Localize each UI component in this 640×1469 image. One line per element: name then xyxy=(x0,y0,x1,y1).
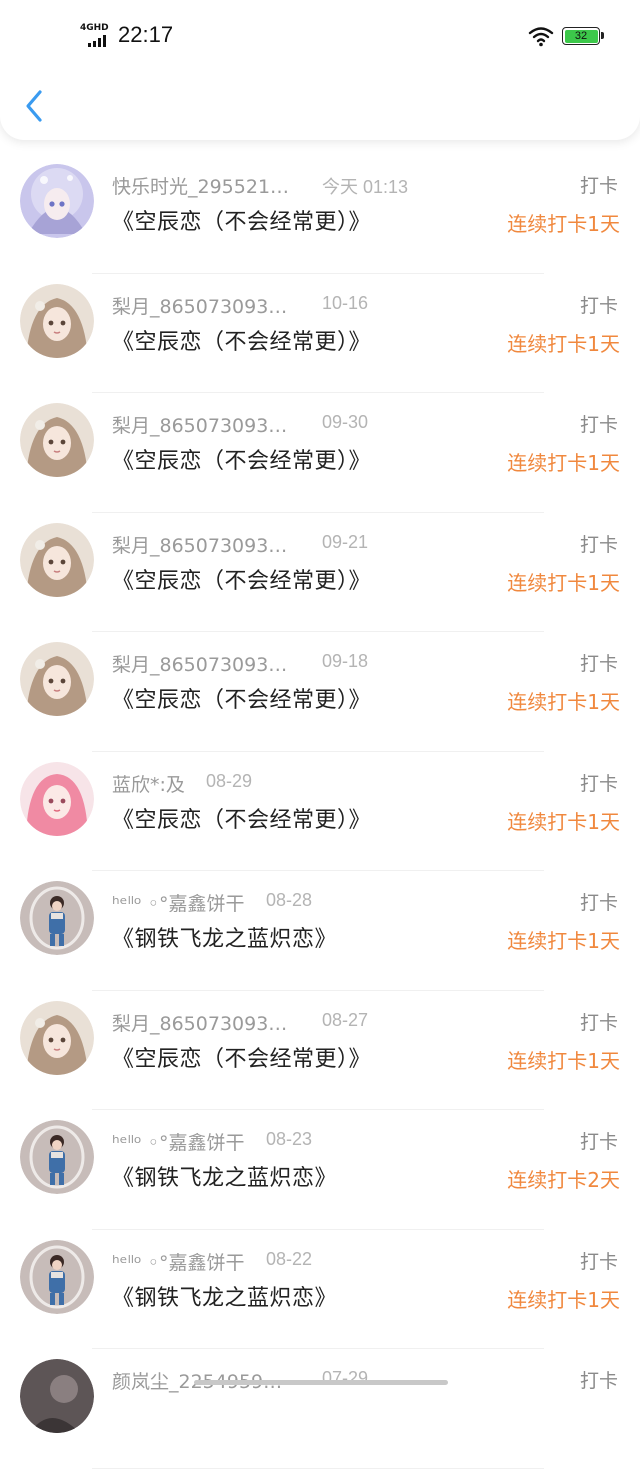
streak-label: 连续打卡1天 xyxy=(507,570,620,595)
checkin-type: 打卡 xyxy=(579,1011,618,1034)
checkin-list: 快乐时光_295521… 今天 01:13 《空辰恋（不会经常更）》 打卡 连续打卡1天… xyxy=(0,154,640,1469)
checkin-type: 打卡 xyxy=(579,653,618,675)
user-name[interactable]: 梨月_865073093… xyxy=(112,1009,302,1036)
list-item[interactable]: 梨月_865073093… 09-21 《空辰恋（不会经常更）》 打卡连续打卡1天 xyxy=(0,513,640,632)
post-date: 08-29 xyxy=(206,770,253,791)
checkin-type: 打卡 xyxy=(579,175,618,197)
book-title[interactable]: 《钢铁飞龙之蓝炽恋》 xyxy=(112,1280,337,1312)
user-name[interactable]: 梨月_865073093… xyxy=(112,292,302,319)
book-title[interactable]: 《钢铁飞龙之蓝炽恋》 xyxy=(112,1160,337,1192)
status-time: 22:17 xyxy=(118,22,174,47)
top-bar: 4GHD 22:17 32 xyxy=(0,0,640,140)
divider xyxy=(92,1467,544,1469)
user-name[interactable]: 快乐时光_295521… xyxy=(112,172,302,199)
checkin-type: 打卡 xyxy=(579,414,618,436)
list-item[interactable]: 梨月_865073093… 08-27 《空辰恋（不会经常更）》 打卡连续打卡1天 xyxy=(0,991,640,1110)
user-name[interactable]: 梨月_865073093… xyxy=(112,650,302,677)
home-indicator[interactable] xyxy=(194,1380,448,1385)
status-bar: 4GHD 22:17 32 xyxy=(0,20,640,52)
list-item[interactable]: 蓝欣*:及 08-29 《空辰恋（不会经常更）》 打卡 连续打卡1天 xyxy=(0,752,640,871)
battery-indicator: 32 xyxy=(562,27,604,45)
post-date: 10-16 xyxy=(322,292,369,313)
back-button[interactable] xyxy=(18,86,52,126)
checkin-type: 打卡 xyxy=(579,533,618,556)
list-item[interactable]: 快乐时光_295521… 今天 01:13 《空辰恋（不会经常更）》 打卡连续打卡1天 xyxy=(0,154,640,274)
user-name[interactable]: 梨月_865073093… xyxy=(112,411,302,438)
avatar-image xyxy=(20,761,94,836)
streak-label: 连续打卡2天 xyxy=(507,1168,620,1192)
book-title[interactable]: 《空辰恋（不会经常更）》 xyxy=(112,682,371,714)
streak-label: 连续打卡1天 xyxy=(507,212,620,236)
book-title[interactable]: 《空辰恋（不会经常更）》 xyxy=(112,563,371,595)
avatar[interactable] xyxy=(20,403,94,477)
avatar[interactable] xyxy=(20,642,94,716)
avatar-image xyxy=(20,1000,94,1075)
post-date: 09-18 xyxy=(322,651,369,671)
book-title[interactable]: 《钢铁飞龙之蓝炽恋》 xyxy=(112,921,337,953)
post-date: 08-23 xyxy=(266,1129,313,1149)
post-date: 08-28 xyxy=(266,890,313,910)
avatar[interactable] xyxy=(20,164,94,238)
book-title[interactable]: 《空辰恋（不会经常更）》 xyxy=(112,802,371,834)
list-item[interactable]: 颜岚尘_2254959…07-29打卡 xyxy=(0,1349,640,1469)
book-title[interactable]: 《空辰恋（不会经常更）》 xyxy=(112,324,371,356)
avatar[interactable] xyxy=(20,881,94,955)
checkin-type: 打卡 xyxy=(579,1370,618,1392)
network-label: 4GHD xyxy=(80,23,109,33)
list-item[interactable]: ʰᵉˡˡᵒ ◦°嘉鑫饼干 08-28 《钢铁飞龙之蓝炽恋》 打卡 连续打卡1天 xyxy=(0,871,640,991)
avatar[interactable] xyxy=(20,1359,94,1433)
streak-label: 连续打卡1天 xyxy=(507,1287,620,1312)
book-title[interactable]: 《空辰恋（不会经常更）》 xyxy=(112,443,371,475)
checkin-type: 打卡 xyxy=(579,1250,618,1273)
avatar-image xyxy=(20,403,94,477)
avatar-image xyxy=(20,164,94,238)
battery-level: 32 xyxy=(564,29,598,43)
list-item[interactable]: 梨月_865073093… 10-16 《空辰恋（不会经常更）》 打卡连续打卡1天 xyxy=(0,274,640,393)
signal-icon xyxy=(88,35,114,47)
post-date: 08-27 xyxy=(322,1009,369,1030)
post-date: 09-21 xyxy=(322,531,369,552)
checkin-type: 打卡 xyxy=(579,1131,618,1153)
list-item[interactable]: 梨月_865073093… 09-18 《空辰恋（不会经常更）》 打卡连续打卡1天 xyxy=(0,632,640,752)
avatar-image xyxy=(20,1239,94,1314)
avatar[interactable] xyxy=(20,283,94,358)
chevron-left-icon xyxy=(26,90,42,122)
checkin-type: 打卡 xyxy=(579,892,618,914)
streak-label: 连续打卡1天 xyxy=(507,1048,620,1073)
post-date: 今天 01:13 xyxy=(322,177,409,197)
avatar[interactable] xyxy=(20,1120,94,1194)
avatar-image xyxy=(20,1359,94,1433)
book-title[interactable]: 《空辰恋（不会经常更）》 xyxy=(112,1041,371,1073)
list-item[interactable]: 梨月_865073093… 09-30 《空辰恋（不会经常更）》 打卡连续打卡1天 xyxy=(0,393,640,513)
user-name[interactable]: 梨月_865073093… xyxy=(112,531,302,558)
avatar-image xyxy=(20,283,94,358)
post-date: 08-22 xyxy=(266,1248,313,1269)
post-date: 07-29 xyxy=(322,1368,369,1388)
list-item[interactable]: ʰᵉˡˡᵒ ◦°嘉鑫饼干 08-22 《钢铁飞龙之蓝炽恋》 打卡 连续打卡1天 xyxy=(0,1230,640,1349)
network-indicator: 4GHD xyxy=(80,23,114,49)
streak-label: 连续打卡1天 xyxy=(507,331,620,356)
wifi-icon xyxy=(528,27,554,47)
avatar[interactable] xyxy=(20,1000,94,1075)
list-item[interactable]: ʰᵉˡˡᵒ ◦°嘉鑫饼干 08-23 《钢铁飞龙之蓝炽恋》 打卡 连续打卡2天 xyxy=(0,1110,640,1230)
avatar[interactable] xyxy=(20,1239,94,1314)
avatar-image xyxy=(20,522,94,597)
post-date: 09-30 xyxy=(322,412,369,432)
streak-label: 连续打卡1天 xyxy=(507,929,620,953)
avatar[interactable] xyxy=(20,761,94,836)
streak-label: 连续打卡1天 xyxy=(507,809,620,834)
streak-label: 连续打卡1天 xyxy=(507,690,620,714)
avatar[interactable] xyxy=(20,522,94,597)
book-title[interactable]: 《空辰恋（不会经常更）》 xyxy=(112,204,371,236)
checkin-type: 打卡 xyxy=(579,772,618,795)
avatar-image xyxy=(20,1120,94,1194)
streak-label: 连续打卡1天 xyxy=(507,451,620,475)
checkin-type: 打卡 xyxy=(579,294,618,317)
avatar-image xyxy=(20,642,94,716)
avatar-image xyxy=(20,881,94,955)
